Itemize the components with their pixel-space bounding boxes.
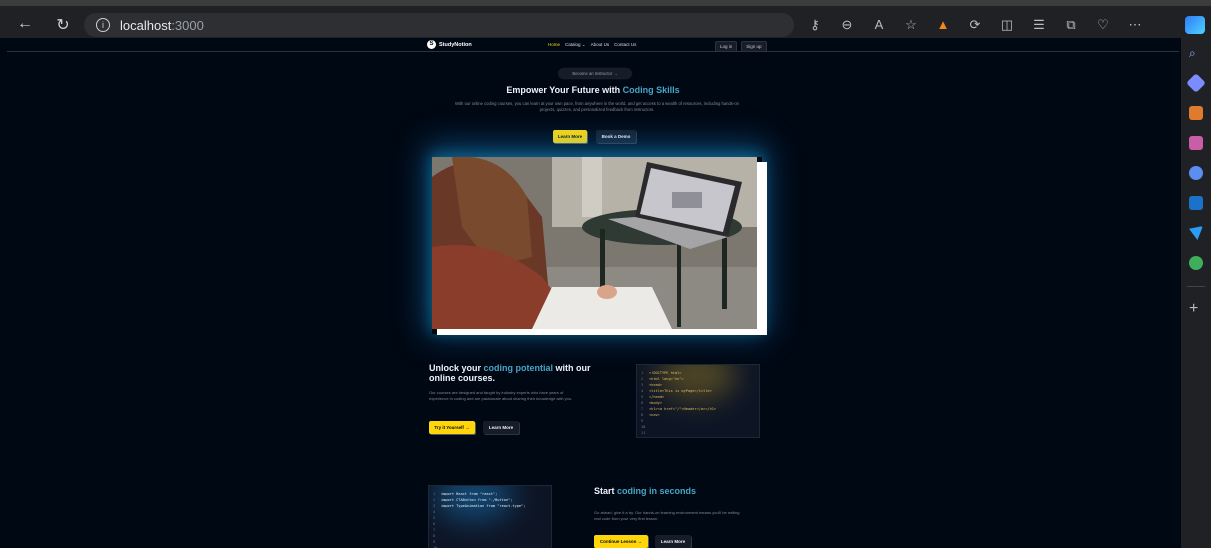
code-line: 5 xyxy=(433,516,436,520)
site-logo[interactable]: S StudyNotion xyxy=(427,40,472,49)
section1-learn-more-button[interactable]: Learn More xyxy=(483,421,519,434)
code-line: 1 import React from "react"; xyxy=(433,492,498,496)
code-line: 6 xyxy=(433,522,436,526)
nav-link-home[interactable]: Home xyxy=(548,42,560,48)
site-navbar: S StudyNotion Home Catalog ⌄ About Us Co… xyxy=(7,38,1179,52)
section2-learn-more-button[interactable]: Learn More xyxy=(655,535,691,548)
code-line: 3 import TypeAnimation from "react-type"; xyxy=(433,504,526,508)
address-bar[interactable]: i localhost:3000 xyxy=(84,13,794,37)
metamask-extension-icon[interactable]: ▲ xyxy=(934,16,952,34)
brand-name: StudyNotion xyxy=(439,41,472,48)
add-icon[interactable]: + xyxy=(1189,301,1203,317)
code-glow-1 xyxy=(657,365,737,400)
browser-essentials-icon[interactable]: ♡ xyxy=(1094,16,1112,34)
code-line: 3 <head> xyxy=(641,383,662,387)
section2-text: Go ahead, give it a try. Our hands-on le… xyxy=(594,510,740,521)
code-block-1: 1 <!DOCTYPE html> 2 <html lang="en"> 3 <head>… xyxy=(636,364,760,438)
code-line: 6 <body> xyxy=(641,401,662,405)
signup-button[interactable]: Sign up xyxy=(741,41,767,52)
browser-toolbar: ← ↻ i localhost:3000 ⚷ ⊖ A ☆ ▲ ⟳ ◫ ☰ ⧉ ♡… xyxy=(0,0,1211,38)
code-line: 9 xyxy=(433,540,436,544)
book-demo-button[interactable]: Book a Demo xyxy=(596,130,636,143)
key-icon[interactable]: ⚷ xyxy=(806,16,824,34)
code-line: 7 xyxy=(433,528,436,532)
code-line: 8 <nav> xyxy=(641,413,660,417)
code-line: 4 <title>This is myPage</title> xyxy=(641,389,712,393)
url-text: localhost:3000 xyxy=(120,17,204,33)
code-line: 7 <h1><a href="/">Header</a></h1> xyxy=(641,407,717,411)
reload-icon[interactable]: ↻ xyxy=(52,15,74,35)
extensions-icon[interactable]: ⟳ xyxy=(966,16,984,34)
favorite-star-icon[interactable]: ☆ xyxy=(902,16,920,34)
nav-links: Home Catalog ⌄ About Us Contact Us xyxy=(548,42,636,48)
collections-icon[interactable]: ⧉ xyxy=(1062,16,1080,34)
copilot-icon[interactable] xyxy=(1185,16,1205,34)
telegram-icon[interactable] xyxy=(1189,226,1203,240)
more-menu-icon[interactable]: ⋯ xyxy=(1126,16,1144,34)
code-block-2: 1 import React from "react"; 2 import CTABu… xyxy=(428,485,552,548)
shopping-tag-icon[interactable] xyxy=(1186,73,1206,93)
code-line: 8 xyxy=(433,534,436,538)
become-instructor-button[interactable]: Become an Instructor → xyxy=(559,69,631,78)
code-line: 4 xyxy=(433,510,436,514)
web-page: S StudyNotion Home Catalog ⌄ About Us Co… xyxy=(7,38,1179,548)
favorites-list-icon[interactable]: ☰ xyxy=(1030,16,1048,34)
code-line: 2 <html lang="en"> xyxy=(641,377,684,381)
hero-subtitle: With our online coding courses, you can … xyxy=(455,101,739,112)
login-button[interactable]: Log in xyxy=(715,41,738,52)
zoom-out-icon[interactable]: ⊖ xyxy=(838,16,856,34)
code-line: 2 import CTAButton from "./Button"; xyxy=(433,498,513,502)
games-icon[interactable] xyxy=(1189,136,1203,150)
code-line: 10 xyxy=(641,425,646,429)
code-line: 9 xyxy=(641,419,644,423)
section2-title: Start coding in seconds xyxy=(594,486,697,496)
tree-icon[interactable] xyxy=(1189,256,1203,270)
hero-video-frame xyxy=(432,157,757,329)
continue-lesson-button[interactable]: Continue Lesson → xyxy=(594,535,648,548)
nav-link-about[interactable]: About Us xyxy=(591,42,610,48)
section1-title: Unlock your coding potential with our on… xyxy=(429,363,591,383)
section1-text: Our courses are designed and taught by i… xyxy=(429,390,573,401)
nav-link-catalog[interactable]: Catalog ⌄ xyxy=(565,42,586,48)
code-line: 5 </head> xyxy=(641,395,665,399)
hero-video[interactable] xyxy=(432,157,757,329)
split-screen-icon[interactable]: ◫ xyxy=(998,16,1016,34)
sidebar-divider xyxy=(1187,286,1205,287)
outlook-icon[interactable] xyxy=(1189,196,1203,210)
site-info-icon[interactable]: i xyxy=(96,18,110,32)
nav-link-contact[interactable]: Contact Us xyxy=(614,42,636,48)
code-line: 1 <!DOCTYPE html> xyxy=(641,371,682,375)
edge-sidebar: ⌕ + xyxy=(1181,38,1211,548)
try-it-yourself-button[interactable]: Try it Yourself → xyxy=(429,421,475,434)
back-arrow-icon[interactable]: ← xyxy=(14,15,36,33)
hero-title: Empower Your Future with Coding Skills xyxy=(506,85,680,95)
search-icon[interactable]: ⌕ xyxy=(1189,46,1203,60)
microsoft-365-icon[interactable] xyxy=(1189,166,1203,180)
tools-briefcase-icon[interactable] xyxy=(1189,106,1203,120)
read-aloud-icon[interactable]: A xyxy=(870,16,888,34)
hero-learn-more-button[interactable]: Learn More xyxy=(553,130,587,143)
logo-mark: S xyxy=(427,40,436,49)
code-glow-2 xyxy=(434,486,514,521)
code-line: 11 xyxy=(641,431,646,435)
